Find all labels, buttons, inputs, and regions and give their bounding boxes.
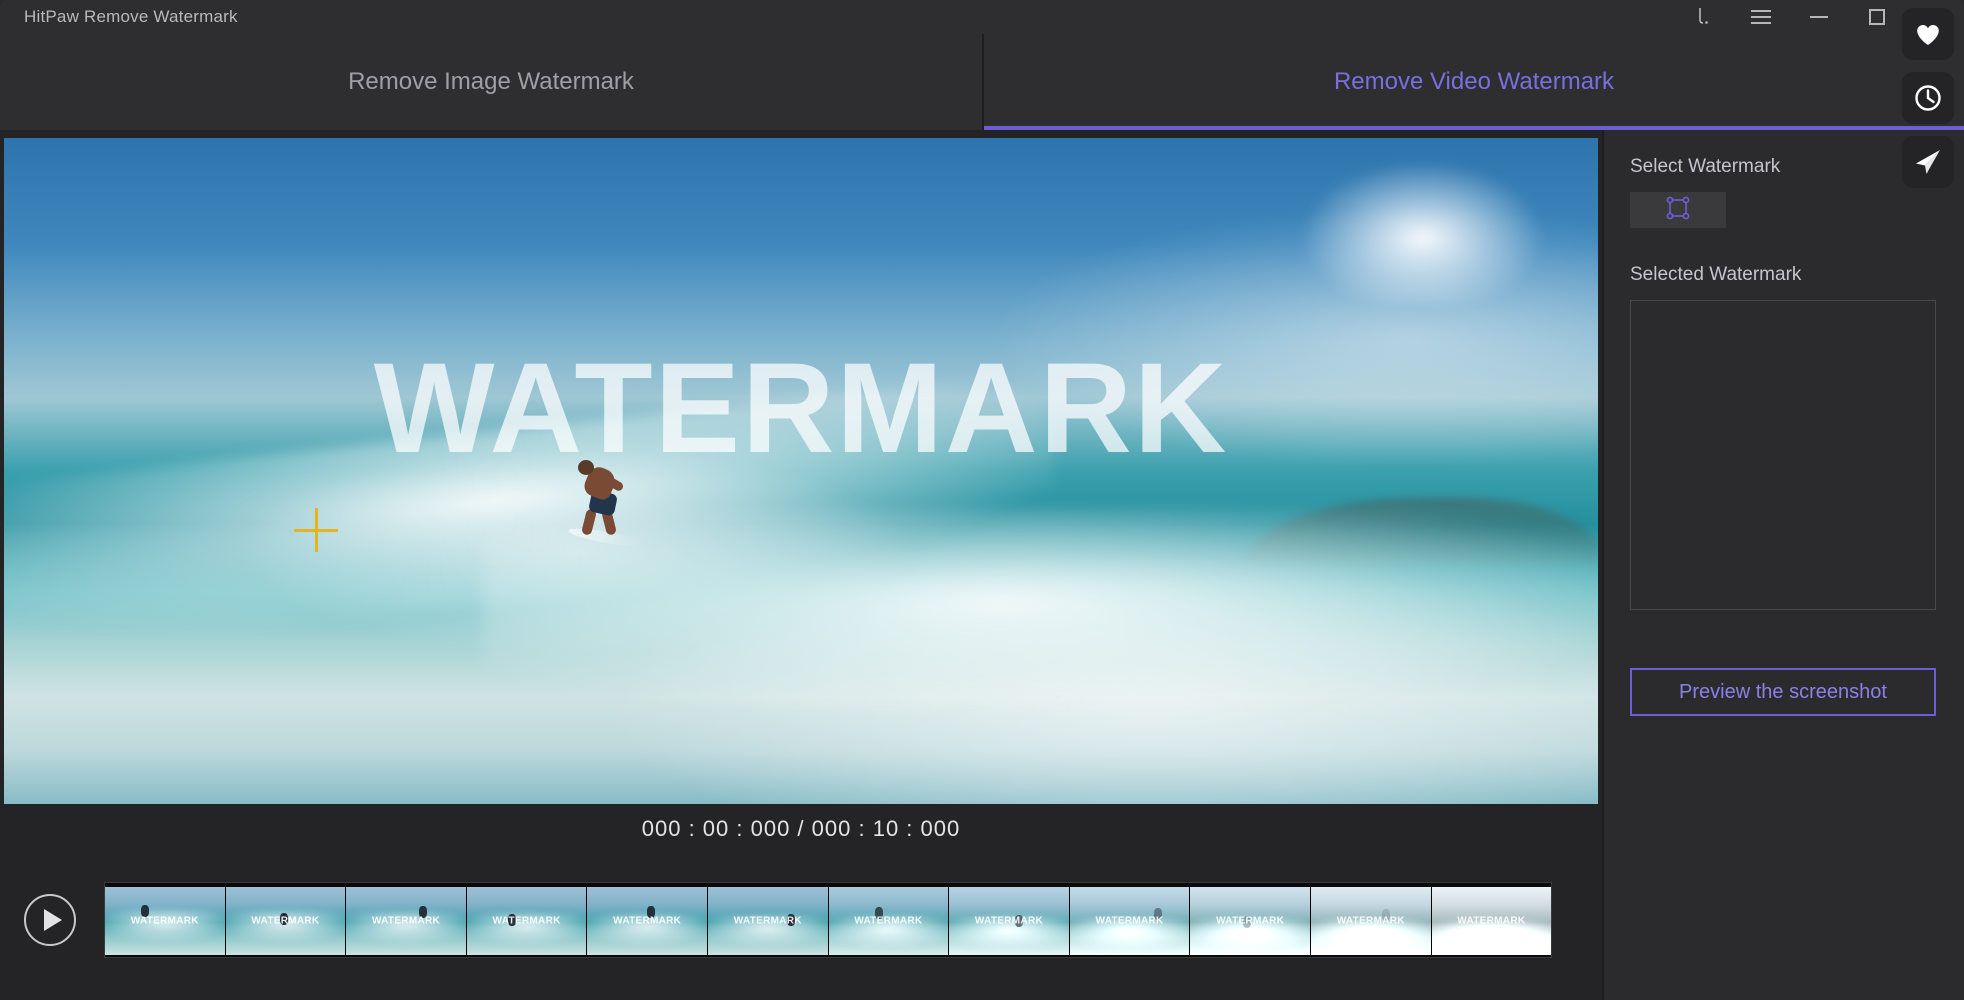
selected-watermark-list[interactable] xyxy=(1630,300,1936,610)
filmstrip-frame-label: WATERMARK xyxy=(1336,915,1405,927)
app-title: HitPaw Remove Watermark xyxy=(24,7,238,26)
filmstrip-frame-label: WATERMARK xyxy=(1095,915,1164,927)
filmstrip-frame-label: WATERMARK xyxy=(974,915,1043,927)
filmstrip-timeline[interactable]: WATERMARK WATERMARK WATERMARK WATERMARK WATE… xyxy=(104,882,1552,958)
filmstrip-frame[interactable]: WATERMARK xyxy=(466,887,588,955)
video-watermark-overlay: WATERMARK xyxy=(373,336,1229,480)
filmstrip-frame[interactable]: WATERMARK xyxy=(1190,887,1311,955)
filmstrip-frame[interactable]: WATERMARK xyxy=(828,887,950,955)
tab-remove-image-watermark[interactable]: Remove Image Watermark xyxy=(0,34,984,130)
right-sidebar: Select Watermark Selected Watermark Prev… xyxy=(1602,130,1964,1000)
selection-box-tool-button[interactable] xyxy=(1630,192,1726,228)
window-controls xyxy=(1690,0,1890,34)
filmstrip-frame[interactable]: WATERMARK xyxy=(105,887,226,955)
menu-icon[interactable] xyxy=(1748,4,1774,30)
filmstrip-frame[interactable]: WATERMARK xyxy=(1310,887,1432,955)
filmstrip-frame[interactable]: WATERMARK xyxy=(346,887,467,955)
filmstrip-frame[interactable]: WATERMARK xyxy=(225,887,347,955)
tab-label: Remove Image Watermark xyxy=(348,68,634,95)
floating-action-rail xyxy=(1902,8,1954,188)
filmstrip-frame-label: WATERMARK xyxy=(1457,915,1526,927)
tab-label: Remove Video Watermark xyxy=(1333,68,1615,95)
filmstrip-frame-label: WATERMARK xyxy=(130,915,199,927)
filmstrip-frame-label: WATERMARK xyxy=(613,915,682,927)
filmstrip-frame-label: WATERMARK xyxy=(492,915,561,927)
filmstrip-frame-label: WATERMARK xyxy=(854,915,923,927)
preview-button-label: Preview the screenshot xyxy=(1679,680,1887,703)
clock-icon[interactable] xyxy=(1902,72,1954,124)
filmstrip-frame-label: WATERMARK xyxy=(1216,915,1285,927)
heart-icon[interactable] xyxy=(1902,8,1954,60)
filmstrip-frame-label: WATERMARK xyxy=(733,915,802,927)
selected-watermark-label: Selected Watermark xyxy=(1630,264,1802,285)
filmstrip-frame[interactable]: WATERMARK xyxy=(707,887,829,955)
title-bar: HitPaw Remove Watermark xyxy=(0,0,1964,34)
transport-bar: WATERMARK WATERMARK WATERMARK WATERMARK WATE… xyxy=(0,860,1602,980)
mode-tabs: Remove Image Watermark Remove Video Wate… xyxy=(0,34,1964,130)
editor-stage: WATERMARK 000 : 00 : 000 / 000 : 10 : 00… xyxy=(0,130,1602,1000)
minimize-icon[interactable] xyxy=(1806,4,1832,30)
filmstrip-frame[interactable]: WATERMARK xyxy=(1069,887,1191,955)
paper-plane-icon[interactable] xyxy=(1902,136,1954,188)
video-preview[interactable]: WATERMARK xyxy=(4,138,1598,804)
selection-box-icon xyxy=(1664,194,1692,227)
tab-remove-video-watermark[interactable]: Remove Video Watermark xyxy=(984,34,1964,130)
filmstrip-frame[interactable]: WATERMARK xyxy=(1431,887,1551,955)
play-triangle-icon xyxy=(43,909,62,931)
select-watermark-label: Select Watermark xyxy=(1630,156,1781,177)
filmstrip-frame[interactable]: WATERMARK xyxy=(949,887,1070,955)
maximize-icon[interactable] xyxy=(1864,4,1890,30)
timecode-display: 000 : 00 : 000 / 000 : 10 : 000 xyxy=(641,816,961,841)
filmstrip-frame[interactable]: WATERMARK xyxy=(587,887,708,955)
filmstrip-frame-label: WATERMARK xyxy=(251,915,320,927)
app-window: HitPaw Remove Watermark Remove Image Wat… xyxy=(0,0,1964,1000)
play-button[interactable] xyxy=(24,894,76,946)
pen-icon[interactable] xyxy=(1690,4,1716,30)
crosshair-cursor xyxy=(294,508,338,552)
preview-screenshot-button[interactable]: Preview the screenshot xyxy=(1630,668,1936,716)
filmstrip-frame-label: WATERMARK xyxy=(371,915,441,927)
